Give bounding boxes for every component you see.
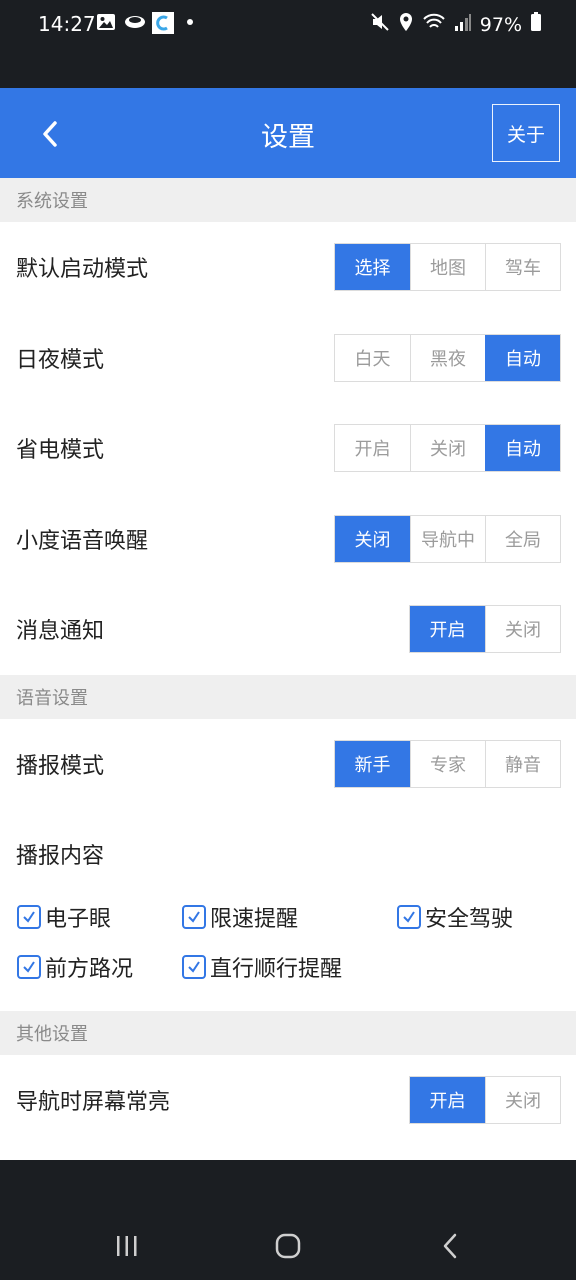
section-header-system: 系统设置: [0, 178, 576, 222]
checkbox-label: 电子眼: [45, 907, 112, 932]
back-icon: [443, 1233, 457, 1259]
row-label: 默认启动模式: [16, 257, 149, 283]
about-button[interactable]: 关于: [492, 104, 560, 162]
segmented-control: 开启 关闭: [409, 1076, 561, 1125]
settings-content: 系统设置 默认启动模式 选择 地图 驾车 日夜模式 白天 黑夜 自动 省电模式 …: [0, 178, 576, 1160]
battery-icon: [530, 12, 542, 37]
option-map[interactable]: 地图: [410, 244, 485, 291]
checkbox-label: 限速提醒: [210, 907, 299, 932]
option-expert[interactable]: 专家: [410, 740, 485, 787]
row-power-saving-mode: 省电模式 开启 关闭 自动: [0, 403, 576, 494]
option-mute[interactable]: 静音: [485, 740, 560, 787]
checkbox-label: 直行顺行提醒: [210, 957, 343, 982]
status-left-icons: [96, 12, 202, 34]
image-icon: [96, 12, 118, 32]
system-nav-bar: [0, 1160, 576, 1280]
checkbox-straight-reminder[interactable]: 直行顺行提醒: [182, 951, 342, 983]
checkbox-speed-camera[interactable]: 电子眼: [17, 901, 111, 933]
app-header: 设置 关于: [0, 88, 576, 178]
checkbox-safe-driving[interactable]: 安全驾驶: [397, 901, 513, 933]
option-off[interactable]: 关闭: [485, 1077, 560, 1124]
status-right: 97%: [370, 12, 542, 37]
broadcast-content-row: 播报内容: [0, 809, 576, 899]
checkbox-checked-icon: [17, 955, 41, 979]
status-time: 14:27: [38, 12, 96, 36]
row-label: 导航时屏幕常亮: [16, 1090, 171, 1116]
checkbox-speed-limit[interactable]: 限速提醒: [182, 901, 298, 933]
row-label: 播报模式: [16, 753, 105, 779]
home-icon: [275, 1233, 301, 1259]
battery-text: 97%: [479, 13, 522, 36]
row-day-night-mode: 日夜模式 白天 黑夜 自动: [0, 313, 576, 404]
option-on[interactable]: 开启: [410, 606, 485, 653]
segmented-control: 选择 地图 驾车: [334, 243, 561, 292]
status-bar: 14:27 97%: [0, 0, 576, 88]
recent-apps-button[interactable]: [97, 1226, 157, 1266]
home-button[interactable]: [258, 1226, 318, 1266]
checkbox-checked-icon: [397, 905, 421, 929]
section-header-voice: 语音设置: [0, 674, 576, 719]
row-voice-wakeup: 小度语音唤醒 关闭 导航中 全局: [0, 494, 576, 585]
row-screen-always-on: 导航时屏幕常亮 开启 关闭: [0, 1055, 576, 1146]
broadcast-content-label: 播报内容: [16, 844, 105, 869]
row-label: 日夜模式: [16, 347, 105, 373]
option-select[interactable]: 选择: [335, 244, 410, 291]
row-label: 消息通知: [16, 619, 105, 645]
option-novice[interactable]: 新手: [335, 740, 410, 787]
option-auto[interactable]: 自动: [485, 425, 560, 472]
row-message-notification: 消息通知 开启 关闭: [0, 584, 576, 675]
row-label: 小度语音唤醒: [16, 528, 149, 554]
option-off[interactable]: 关闭: [485, 606, 560, 653]
dot-icon: [180, 12, 202, 32]
option-on[interactable]: 开启: [335, 425, 410, 472]
page-title: 设置: [261, 122, 315, 153]
checkbox-road-conditions[interactable]: 前方路况: [17, 951, 133, 983]
checkbox-label: 前方路况: [45, 957, 134, 982]
option-off[interactable]: 关闭: [410, 425, 485, 472]
checkbox-checked-icon: [182, 905, 206, 929]
app-icon: [152, 12, 174, 34]
cloud-icon: [124, 12, 146, 32]
checkbox-label: 安全驾驶: [425, 907, 514, 932]
segmented-control: 新手 专家 静音: [334, 739, 561, 788]
option-on[interactable]: 开启: [410, 1077, 485, 1124]
signal-icon: [454, 12, 472, 37]
option-night[interactable]: 黑夜: [410, 334, 485, 381]
section-header-other: 其他设置: [0, 1011, 576, 1055]
row-label: 省电模式: [16, 438, 105, 464]
checkbox-checked-icon: [17, 905, 41, 929]
row-broadcast-mode: 播报模式 新手 专家 静音: [0, 719, 576, 810]
option-auto[interactable]: 自动: [485, 334, 560, 381]
checkbox-checked-icon: [182, 955, 206, 979]
option-off[interactable]: 关闭: [335, 515, 410, 562]
wifi-icon: [422, 12, 446, 37]
segmented-control: 白天 黑夜 自动: [334, 333, 561, 382]
row-default-start-mode: 默认启动模式 选择 地图 驾车: [0, 222, 576, 313]
option-global[interactable]: 全局: [485, 515, 560, 562]
option-day[interactable]: 白天: [335, 334, 410, 381]
location-icon: [398, 12, 414, 37]
segmented-control: 关闭 导航中 全局: [334, 514, 561, 563]
recent-apps-icon: [117, 1236, 137, 1256]
option-drive[interactable]: 驾车: [485, 244, 560, 291]
nav-back-button[interactable]: [420, 1226, 480, 1266]
option-navigating[interactable]: 导航中: [410, 515, 485, 562]
mute-icon: [370, 12, 390, 37]
segmented-control: 开启 关闭 自动: [334, 424, 561, 473]
segmented-control: 开启 关闭: [409, 605, 561, 654]
broadcast-content-checklist: 电子眼 限速提醒 安全驾驶 前方路况 直行顺行提醒: [0, 899, 576, 999]
